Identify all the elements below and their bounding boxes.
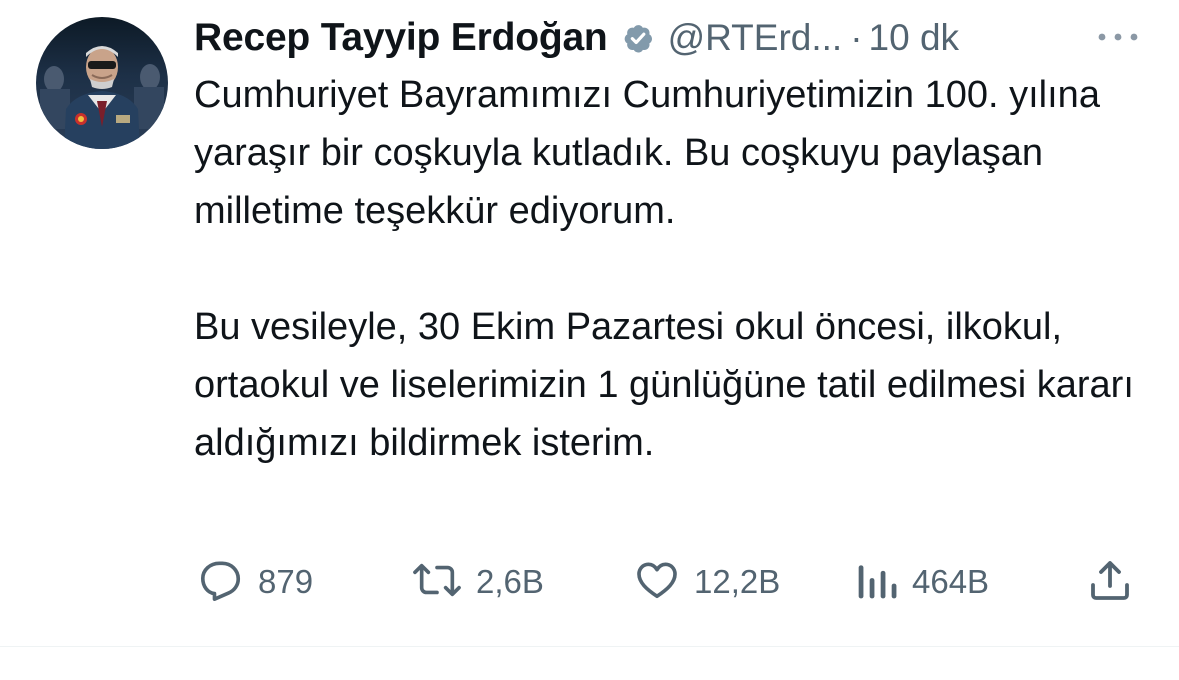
tweet-actions: 879 2,6B 12,2B 464B <box>194 556 1140 608</box>
views-chart-icon <box>856 558 898 607</box>
tweet-divider <box>0 646 1179 647</box>
tweet-text: Cumhuriyet Bayramımızı Cumhuriyetimizin … <box>194 66 1154 472</box>
like-count: 12,2B <box>694 563 781 600</box>
reply-icon <box>198 557 244 608</box>
author-handle[interactable]: @RTErd... <box>668 17 843 59</box>
verified-badge-icon <box>618 18 658 58</box>
avatar-photo <box>36 17 168 149</box>
tweet-timestamp[interactable]: 10 dk <box>869 17 960 59</box>
heart-icon <box>634 557 680 608</box>
share-button[interactable] <box>1086 556 1134 608</box>
header-separator: · <box>850 17 863 58</box>
tweet-paragraph: Cumhuriyet Bayramımızı Cumhuriyetimizin … <box>194 74 1100 232</box>
views-count: 464B <box>912 563 990 600</box>
more-horizontal-icon[interactable] <box>1092 22 1144 52</box>
tweet-paragraph: Bu vesileyle, 30 Ekim Pazartesi okul önc… <box>194 306 1134 464</box>
reply-count: 879 <box>258 563 314 600</box>
tweet-header: Recep Tayyip Erdoğan @RTErd... · 10 dk <box>194 12 1154 64</box>
tweet[interactable]: Recep Tayyip Erdoğan @RTErd... · 10 dk C… <box>0 0 1179 646</box>
share-icon <box>1086 556 1134 609</box>
retweet-icon <box>412 557 462 608</box>
reply-button[interactable]: 879 <box>198 556 313 608</box>
retweet-count: 2,6B <box>476 563 544 600</box>
retweet-button[interactable]: 2,6B <box>412 556 544 608</box>
like-button[interactable]: 12,2B <box>634 556 780 608</box>
avatar[interactable] <box>36 17 168 149</box>
views-button[interactable]: 464B <box>856 556 989 608</box>
author-display-name[interactable]: Recep Tayyip Erdoğan <box>194 16 608 60</box>
